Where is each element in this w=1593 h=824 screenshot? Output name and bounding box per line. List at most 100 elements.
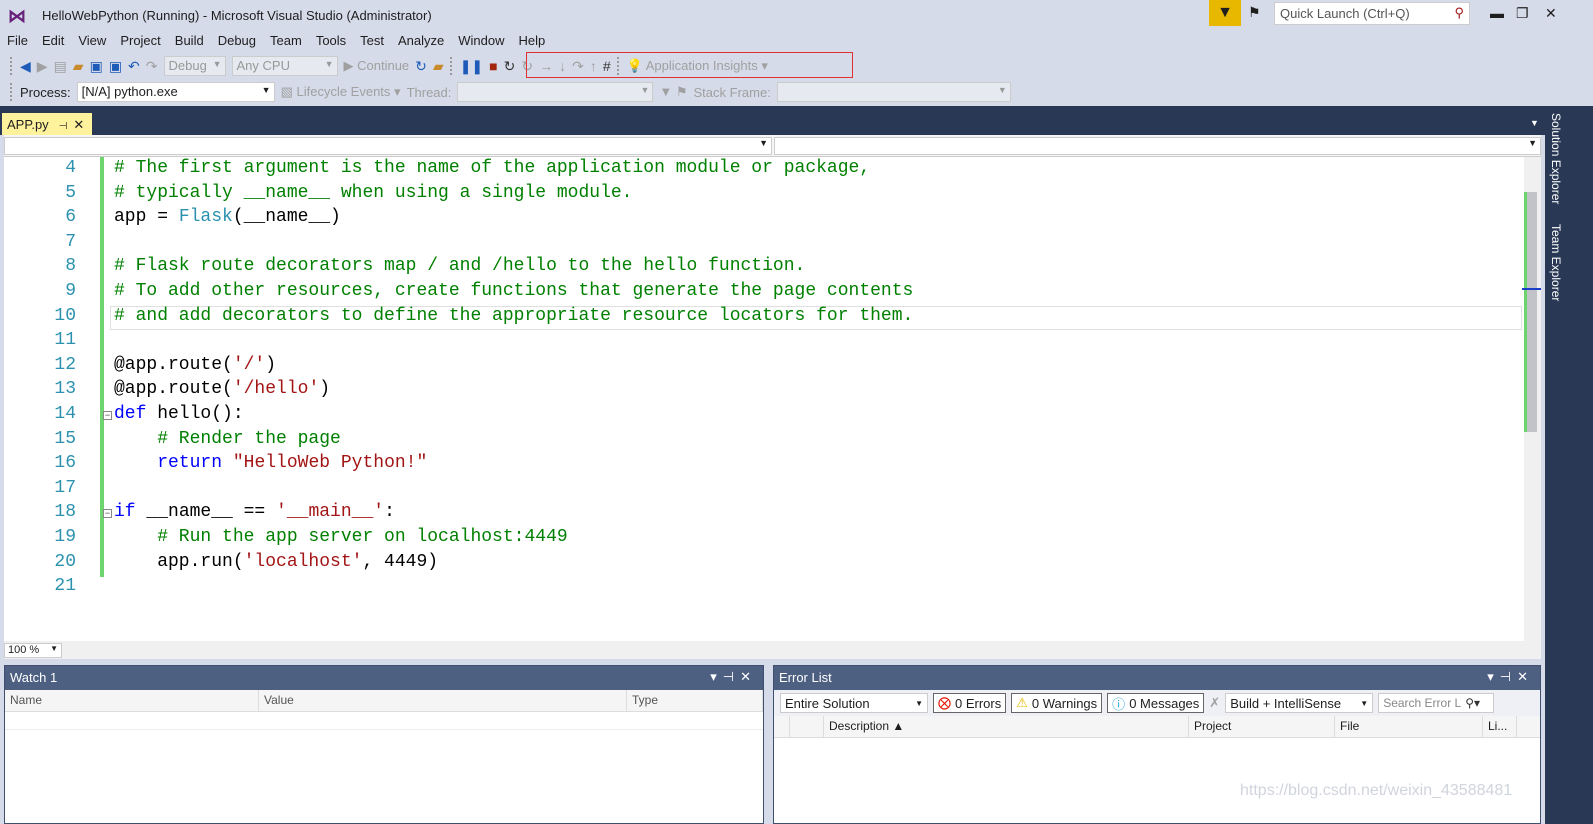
menu-view[interactable]: View [71, 31, 113, 51]
code-line[interactable]: return "HelloWeb Python!" [114, 453, 427, 473]
menu-test[interactable]: Test [353, 31, 391, 51]
code-line[interactable]: # Flask route decorators map / and /hell… [114, 256, 805, 276]
flag-threads-icon[interactable]: ▼ ⚑ [659, 84, 687, 100]
browser-link-icon[interactable]: ▰ [433, 58, 444, 75]
configuration-dropdown[interactable]: Debug ▼ [163, 56, 226, 76]
tab-dropdown-icon[interactable]: ▼ [1530, 118, 1539, 128]
code-line[interactable]: app.run('localhost', 4449) [114, 552, 438, 572]
code-line[interactable]: # Render the page [114, 429, 341, 449]
code-token: # and add decorators to define the appro… [114, 305, 914, 326]
lifecycle-events-button[interactable]: ▧ Lifecycle Events ▾ [281, 84, 401, 100]
zoom-dropdown[interactable]: 100 % ▼ [4, 643, 62, 658]
new-project-icon[interactable]: ▤ [54, 58, 67, 75]
break-all-icon[interactable]: ❚❚ [460, 58, 483, 75]
code-line[interactable]: @app.route('/hello') [114, 379, 330, 399]
code-editor[interactable]: 4 # The first argument is the name of the… [4, 157, 1524, 641]
collapse-icon[interactable]: − [103, 411, 112, 420]
column-name[interactable]: Name [5, 690, 259, 711]
close-tab-icon[interactable]: ✕ [73, 117, 84, 132]
platform-dropdown[interactable]: Any CPU ▼ [231, 56, 338, 76]
code-line[interactable]: # Run the app server on localhost:4449 [114, 527, 567, 547]
column-line[interactable]: Li... [1483, 716, 1517, 737]
column-description[interactable]: Description ▲ [824, 716, 1189, 737]
description-label: Description [829, 719, 890, 733]
column-value[interactable]: Value [259, 690, 627, 711]
column-type[interactable]: Type [627, 690, 763, 711]
stop-icon[interactable]: ■ [489, 58, 497, 74]
errors-filter-button[interactable]: ⨂ 0 Errors [933, 693, 1007, 713]
code-line[interactable]: def hello(): [114, 404, 244, 424]
column-file[interactable]: File [1335, 716, 1483, 737]
platform-value: Any CPU [236, 58, 290, 73]
side-tab-team-explorer[interactable]: Team Explorer [1549, 224, 1563, 301]
error-list-toolbar: Entire Solution ▼ ⨂ 0 Errors ⚠ 0 Warnings ⓘ… [774, 690, 1540, 716]
scope-dropdown[interactable]: Entire Solution ▼ [780, 693, 928, 713]
undo-icon[interactable]: ↶ [128, 58, 140, 75]
menu-build[interactable]: Build [168, 31, 211, 51]
menu-help[interactable]: Help [512, 31, 553, 51]
code-line[interactable]: app = Flask(__name__) [114, 207, 341, 227]
warnings-filter-button[interactable]: ⚠ 0 Warnings [1011, 693, 1103, 713]
refresh-icon[interactable]: ↻ [415, 58, 427, 75]
column-code[interactable] [790, 716, 824, 737]
search-error-list-input[interactable]: Search Error L ⚲▾ [1378, 693, 1495, 713]
toolbar-grip[interactable] [10, 57, 14, 75]
menu-file[interactable]: File [0, 31, 35, 51]
code-line[interactable]: if __name__ == '__main__': [114, 502, 395, 522]
line-number: 14 [54, 404, 76, 424]
member-dropdown[interactable]: ▼ [774, 137, 1541, 155]
scrollbar-thumb[interactable] [1527, 192, 1537, 432]
menu-analyze[interactable]: Analyze [391, 31, 451, 51]
restart-icon[interactable]: ↻ [504, 58, 516, 75]
collapse-icon[interactable]: − [103, 509, 112, 519]
tab-label: APP.py [7, 117, 49, 132]
save-icon[interactable]: ▣ [90, 58, 103, 75]
messages-filter-button[interactable]: ⓘ 0 Messages [1107, 693, 1205, 713]
feedback-icon[interactable]: ⚑ [1248, 4, 1261, 21]
redo-icon[interactable]: ↷ [146, 58, 158, 75]
panel-controls[interactable]: ▾⊣✕ [1487, 669, 1534, 685]
source-dropdown[interactable]: Build + IntelliSense ▼ [1225, 693, 1374, 713]
thread-dropdown[interactable]: ▼ [457, 82, 654, 102]
menu-window[interactable]: Window [451, 31, 511, 51]
quick-launch-input[interactable]: Quick Launch (Ctrl+Q) ⚲ [1274, 2, 1470, 25]
minimize-button[interactable]: ▬ [1490, 5, 1504, 21]
menu-team[interactable]: Team [263, 31, 309, 51]
code-line[interactable]: @app.route('/') [114, 355, 276, 375]
watch-empty-row[interactable] [5, 712, 763, 730]
scrollbar-caret-marker [1522, 288, 1541, 290]
notification-filter-icon[interactable]: ▼ [1209, 0, 1241, 26]
side-tab-solution-explorer[interactable]: Solution Explorer [1549, 113, 1563, 204]
menu-project[interactable]: Project [113, 31, 167, 51]
code-line[interactable]: # The first argument is the name of the … [114, 158, 870, 178]
menu-edit[interactable]: Edit [35, 31, 71, 51]
column-project[interactable]: Project [1189, 716, 1335, 737]
column-category[interactable] [774, 716, 790, 737]
toolbar-grip[interactable] [449, 57, 454, 75]
back-icon[interactable]: ◀ [20, 58, 31, 75]
panel-controls[interactable]: ▾⊣✕ [710, 669, 757, 685]
save-all-icon[interactable]: ▣ [109, 58, 122, 75]
menu-debug[interactable]: Debug [211, 31, 263, 51]
scope-dropdown[interactable]: ▼ [4, 137, 772, 155]
line-number: 15 [54, 428, 76, 449]
code-line[interactable]: # To add other resources, create functio… [114, 281, 913, 301]
open-file-icon[interactable]: ▰ [73, 58, 84, 75]
code-line[interactable]: # typically __name__ when using a single… [114, 183, 632, 203]
code-token: "HelloWeb Python!" [232, 453, 428, 474]
stack-frame-dropdown[interactable]: ▼ [776, 82, 1011, 102]
continue-button[interactable]: ▶ Continue [344, 58, 410, 74]
menu-tools[interactable]: Tools [309, 31, 353, 51]
clear-filter-icon[interactable]: ✗ [1209, 695, 1220, 711]
line-number: 11 [54, 330, 76, 351]
process-dropdown[interactable]: [N/A] python.exe ▼ [76, 82, 275, 102]
pin-icon[interactable]: ⊣ [59, 121, 68, 132]
close-button[interactable]: ✕ [1545, 5, 1557, 22]
watch-panel-header: Watch 1 ▾⊣✕ [5, 666, 763, 690]
code-line[interactable]: # and add decorators to define the appro… [114, 306, 913, 326]
tab-app-py[interactable]: APP.py ⊣ ✕ [2, 113, 92, 135]
forward-icon[interactable]: ▶ [37, 58, 48, 75]
restore-button[interactable]: ❐ [1516, 5, 1529, 22]
toolbar-grip[interactable] [10, 83, 14, 101]
